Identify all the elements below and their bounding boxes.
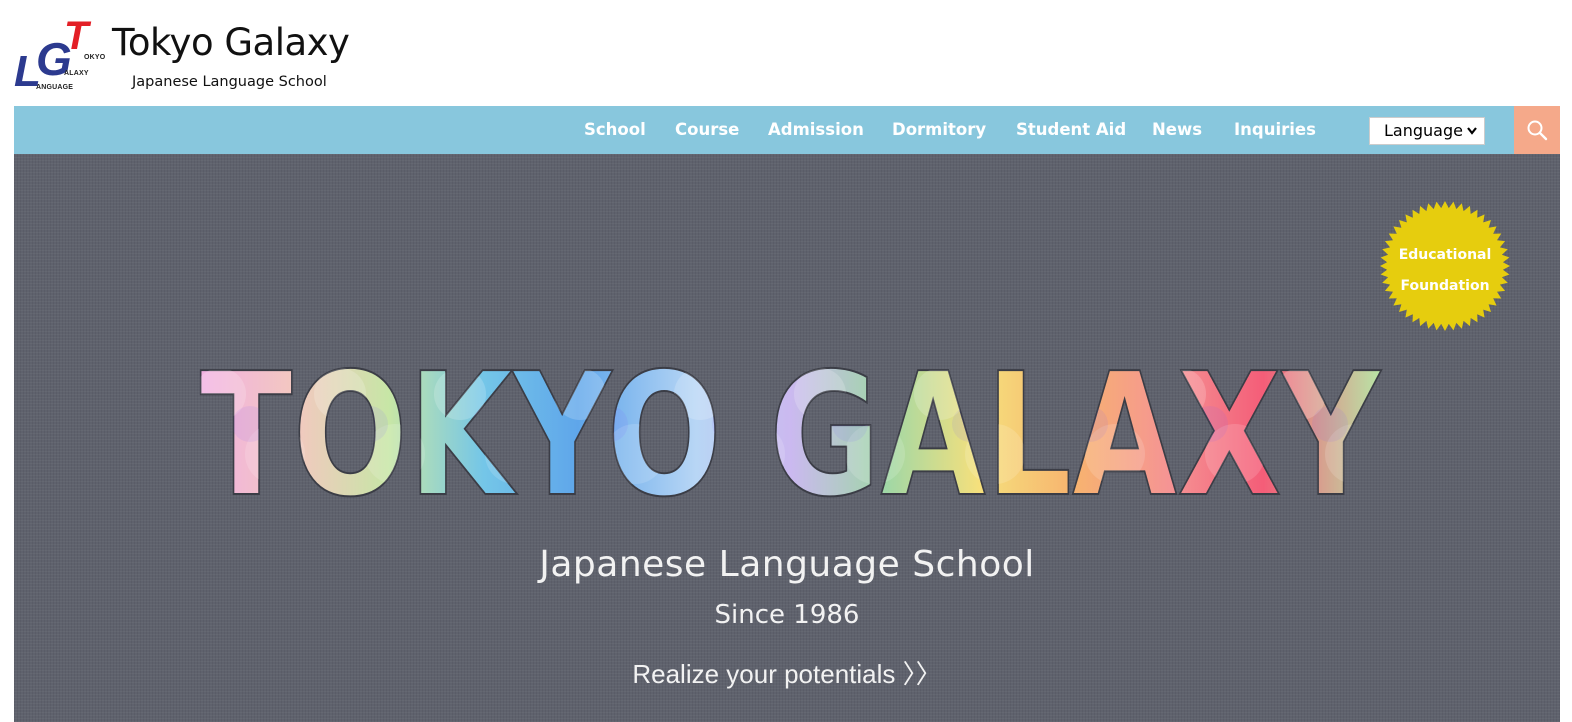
big-title-artwork: TOKYO GALAXY TOKYO GALAXY [199,354,1383,504]
site-header: L G T OKYO ALAXY ANGUAGE Tokyo Galaxy Ja… [0,0,1572,106]
search-button[interactable] [1514,106,1560,154]
logo-okyo: OKYO [84,54,106,61]
logo-alaxy: ALAXY [64,70,89,77]
logo-letter-t: T [64,14,89,58]
site-subtitle: Japanese Language School [132,74,327,90]
nav-school[interactable]: School [584,106,646,154]
badge-line-2: Foundation [1400,278,1490,294]
search-icon [1527,120,1548,141]
nav-dormitory[interactable]: Dormitory [892,106,986,154]
language-select[interactable]: Language [1369,117,1485,145]
nav-inquiries[interactable]: Inquiries [1234,106,1316,154]
language-select-value: Language [1384,121,1463,140]
nav-student-aid[interactable]: Student Aid [1016,106,1126,154]
main-nav: School Course Admission Dormitory Studen… [14,106,1560,154]
logo-anguage: ANGUAGE [36,84,74,91]
site-title[interactable]: Tokyo Galaxy [112,24,350,61]
logo-icon[interactable]: L G T OKYO ALAXY ANGUAGE [14,14,106,94]
realize-potentials-link[interactable]: Realize your potentials 〉〉 [14,654,1560,691]
nav-course[interactable]: Course [675,106,739,154]
chevron-down-icon [1466,118,1478,153]
big-title-overlay: TOKYO GALAXY [200,354,1382,504]
nav-news[interactable]: News [1152,106,1202,154]
badge-label: Educational Foundation [1379,240,1511,302]
hero-tagline: Japanese Language School [539,544,1035,585]
badge-line-1: Educational [1398,247,1492,263]
nav-admission[interactable]: Admission [768,106,864,154]
hero-banner: Educational Foundation TOKYO GALAXY TOKY… [14,154,1560,722]
hero-since: Since 1986 [714,600,860,630]
